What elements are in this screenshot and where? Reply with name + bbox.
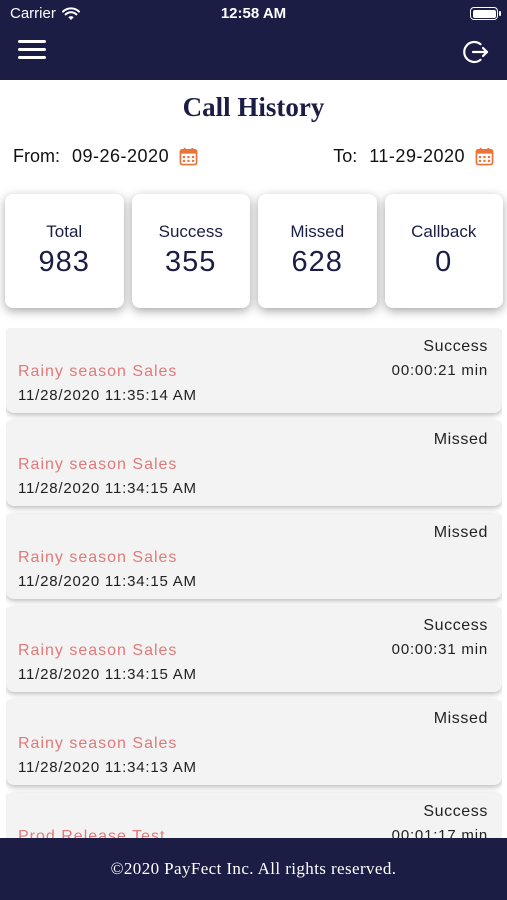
call-status: Missed	[433, 710, 488, 727]
stat-label: Success	[158, 222, 223, 241]
status-bar: Carrier 12:58 AM	[0, 0, 507, 28]
call-status: Success	[423, 803, 488, 820]
stat-value: 0	[435, 246, 453, 278]
call-status: Success	[423, 617, 488, 634]
campaign-name: Rainy season Sales	[18, 363, 178, 380]
call-history-item[interactable]: Success 00:00:21 min Rainy season Sales …	[6, 328, 502, 413]
stat-label: Callback	[411, 222, 477, 241]
stat-missed[interactable]: Missed 628	[258, 194, 377, 308]
to-date-value[interactable]: 11-29-2020	[369, 146, 465, 167]
call-history-item[interactable]: Missed Rainy season Sales 11/28/2020 11:…	[6, 514, 502, 599]
stat-label: Total	[46, 222, 83, 241]
call-duration: 00:00:31 min	[391, 641, 488, 658]
call-timestamp: 11/28/2020 11:34:15 AM	[18, 666, 197, 683]
status-time: 12:58 AM	[220, 5, 287, 22]
to-date-filter[interactable]: To: 11-29-2020	[333, 146, 494, 167]
call-duration: 00:01:17 min	[391, 827, 488, 838]
call-history-item[interactable]: Success 00:01:17 min Prod Release Test	[6, 793, 502, 838]
battery-icon	[470, 7, 501, 20]
campaign-name: Rainy season Sales	[18, 549, 178, 566]
from-date-filter[interactable]: From: 09-26-2020	[13, 146, 198, 167]
call-timestamp: 11/28/2020 11:34:15 AM	[18, 573, 197, 590]
call-history-item[interactable]: Missed Rainy season Sales 11/28/2020 11:…	[6, 421, 502, 506]
call-duration: 00:00:21 min	[391, 362, 488, 379]
calendar-icon[interactable]	[475, 147, 494, 166]
call-timestamp: 11/28/2020 11:34:13 AM	[18, 759, 197, 776]
stat-value: 983	[38, 246, 90, 278]
stat-value: 355	[165, 246, 217, 278]
top-navigation-bar: Carrier 12:58 AM	[0, 0, 507, 80]
calendar-icon[interactable]	[179, 147, 198, 166]
call-status: Success	[423, 338, 488, 355]
logout-icon[interactable]	[463, 39, 489, 65]
campaign-name: Prod Release Test	[18, 828, 166, 838]
campaign-name: Rainy season Sales	[18, 456, 178, 473]
call-history-item[interactable]: Missed Rainy season Sales 11/28/2020 11:…	[6, 700, 502, 785]
page-title: Call History	[182, 92, 325, 122]
call-status: Missed	[433, 524, 488, 541]
hamburger-menu-icon[interactable]	[18, 40, 46, 62]
from-label: From:	[13, 146, 60, 166]
stat-callback[interactable]: Callback 0	[384, 194, 503, 308]
call-status: Missed	[433, 431, 488, 448]
stat-total[interactable]: Total 983	[5, 194, 124, 308]
call-timestamp: 11/28/2020 11:34:15 AM	[18, 480, 197, 497]
call-timestamp: 11/28/2020 11:35:14 AM	[18, 387, 197, 404]
call-history-item[interactable]: Success 00:00:31 min Rainy season Sales …	[6, 607, 502, 692]
stat-label: Missed	[290, 222, 345, 241]
footer-copyright: ©2020 PayFect Inc. All rights reserved.	[0, 838, 507, 900]
from-date-value[interactable]: 09-26-2020	[72, 146, 169, 167]
campaign-name: Rainy season Sales	[18, 642, 178, 659]
to-label: To:	[333, 146, 358, 166]
call-stats: Total 983 Success 355 Missed 628 Callbac…	[5, 194, 503, 308]
stat-success[interactable]: Success 355	[131, 194, 250, 308]
call-history-list[interactable]: Success 00:00:21 min Rainy season Sales …	[6, 328, 502, 838]
stat-value: 628	[291, 246, 343, 278]
campaign-name: Rainy season Sales	[18, 735, 178, 752]
